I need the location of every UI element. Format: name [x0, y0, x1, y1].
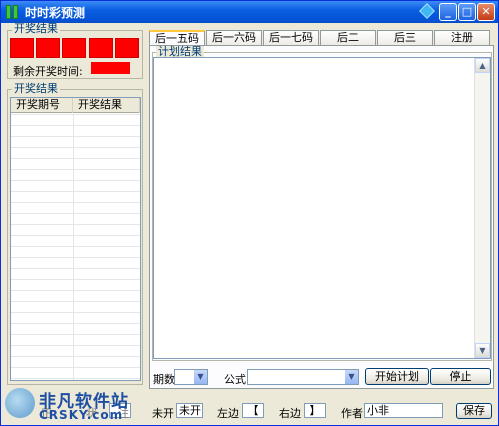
- formula-select[interactable]: ▼: [247, 369, 359, 385]
- left-field[interactable]: 【: [242, 403, 264, 418]
- result-digit-4: [89, 38, 113, 58]
- main-window: 时时彩预测 _ □ ✕ 开奖结果 剩余开奖时间: 开奖结果 开奖期号 开奖结果 …: [0, 0, 499, 426]
- tab-hou-yi-liu-ma[interactable]: 后一六码: [206, 30, 262, 45]
- result-digit-5: [115, 38, 139, 58]
- tab-hou-yi-wu-ma[interactable]: 后一五码: [149, 30, 205, 46]
- window-title: 时时彩预测: [25, 6, 86, 20]
- maximize-button[interactable]: □: [458, 3, 476, 21]
- tab-register[interactable]: 注册: [434, 30, 490, 45]
- result-digit-1: [10, 38, 34, 58]
- close-button[interactable]: ✕: [477, 3, 495, 21]
- left-label: 左边: [217, 407, 239, 420]
- unopened-field[interactable]: 未开: [176, 403, 203, 418]
- author-label: 作者: [341, 407, 363, 420]
- period-select[interactable]: ▼: [174, 369, 208, 385]
- scroll-up-icon[interactable]: ▲: [475, 58, 490, 73]
- draw-result-title: 开奖结果: [12, 22, 60, 35]
- stop-button[interactable]: 停止: [430, 368, 491, 385]
- unopened-label: 未开: [152, 407, 174, 420]
- plan-result-scrollbar[interactable]: ▲ ▼: [474, 58, 490, 358]
- tab-hou-er[interactable]: 后二: [320, 30, 376, 45]
- remaining-time-label: 剩余开奖时间:: [13, 65, 83, 78]
- watermark-line-2: CRSKY.com: [39, 408, 124, 422]
- app-icon: [6, 5, 19, 19]
- plan-result-textarea[interactable]: ▲ ▼: [153, 57, 491, 359]
- save-button[interactable]: 保存: [456, 403, 492, 419]
- start-plan-button[interactable]: 开始计划: [365, 368, 429, 385]
- column-period[interactable]: 开奖期号: [11, 98, 73, 113]
- tab-hou-san[interactable]: 后三: [377, 30, 433, 45]
- history-title: 开奖结果: [12, 82, 60, 95]
- history-list-header: 开奖期号 开奖结果: [11, 98, 140, 113]
- chevron-down-icon[interactable]: ▼: [344, 370, 358, 384]
- scroll-down-icon[interactable]: ▼: [475, 343, 490, 358]
- formula-label: 公式: [224, 373, 246, 386]
- site-watermark: 非凡软件站 CRSKY.com: [1, 385, 133, 426]
- result-digit-3: [62, 38, 86, 58]
- title-bar[interactable]: 时时彩预测 _ □ ✕: [1, 1, 498, 23]
- right-label: 右边: [279, 407, 301, 420]
- result-digit-2: [36, 38, 60, 58]
- history-list[interactable]: 开奖期号 开奖结果: [10, 97, 141, 381]
- remaining-time-value: [91, 62, 130, 74]
- chevron-down-icon[interactable]: ▼: [193, 370, 207, 384]
- gem-icon[interactable]: [419, 3, 435, 19]
- author-field[interactable]: 小非: [364, 403, 443, 418]
- watermark-logo-icon: [5, 388, 35, 418]
- tab-hou-yi-qi-ma[interactable]: 后一七码: [263, 30, 319, 45]
- right-field[interactable]: 】: [304, 403, 326, 418]
- tab-strip: 后一五码 后一六码 后一七码 后二 后三 注册: [149, 30, 491, 46]
- period-label: 期数: [153, 373, 175, 386]
- column-result[interactable]: 开奖结果: [73, 98, 140, 113]
- minimize-button[interactable]: _: [439, 3, 457, 21]
- history-list-rows: [11, 114, 140, 380]
